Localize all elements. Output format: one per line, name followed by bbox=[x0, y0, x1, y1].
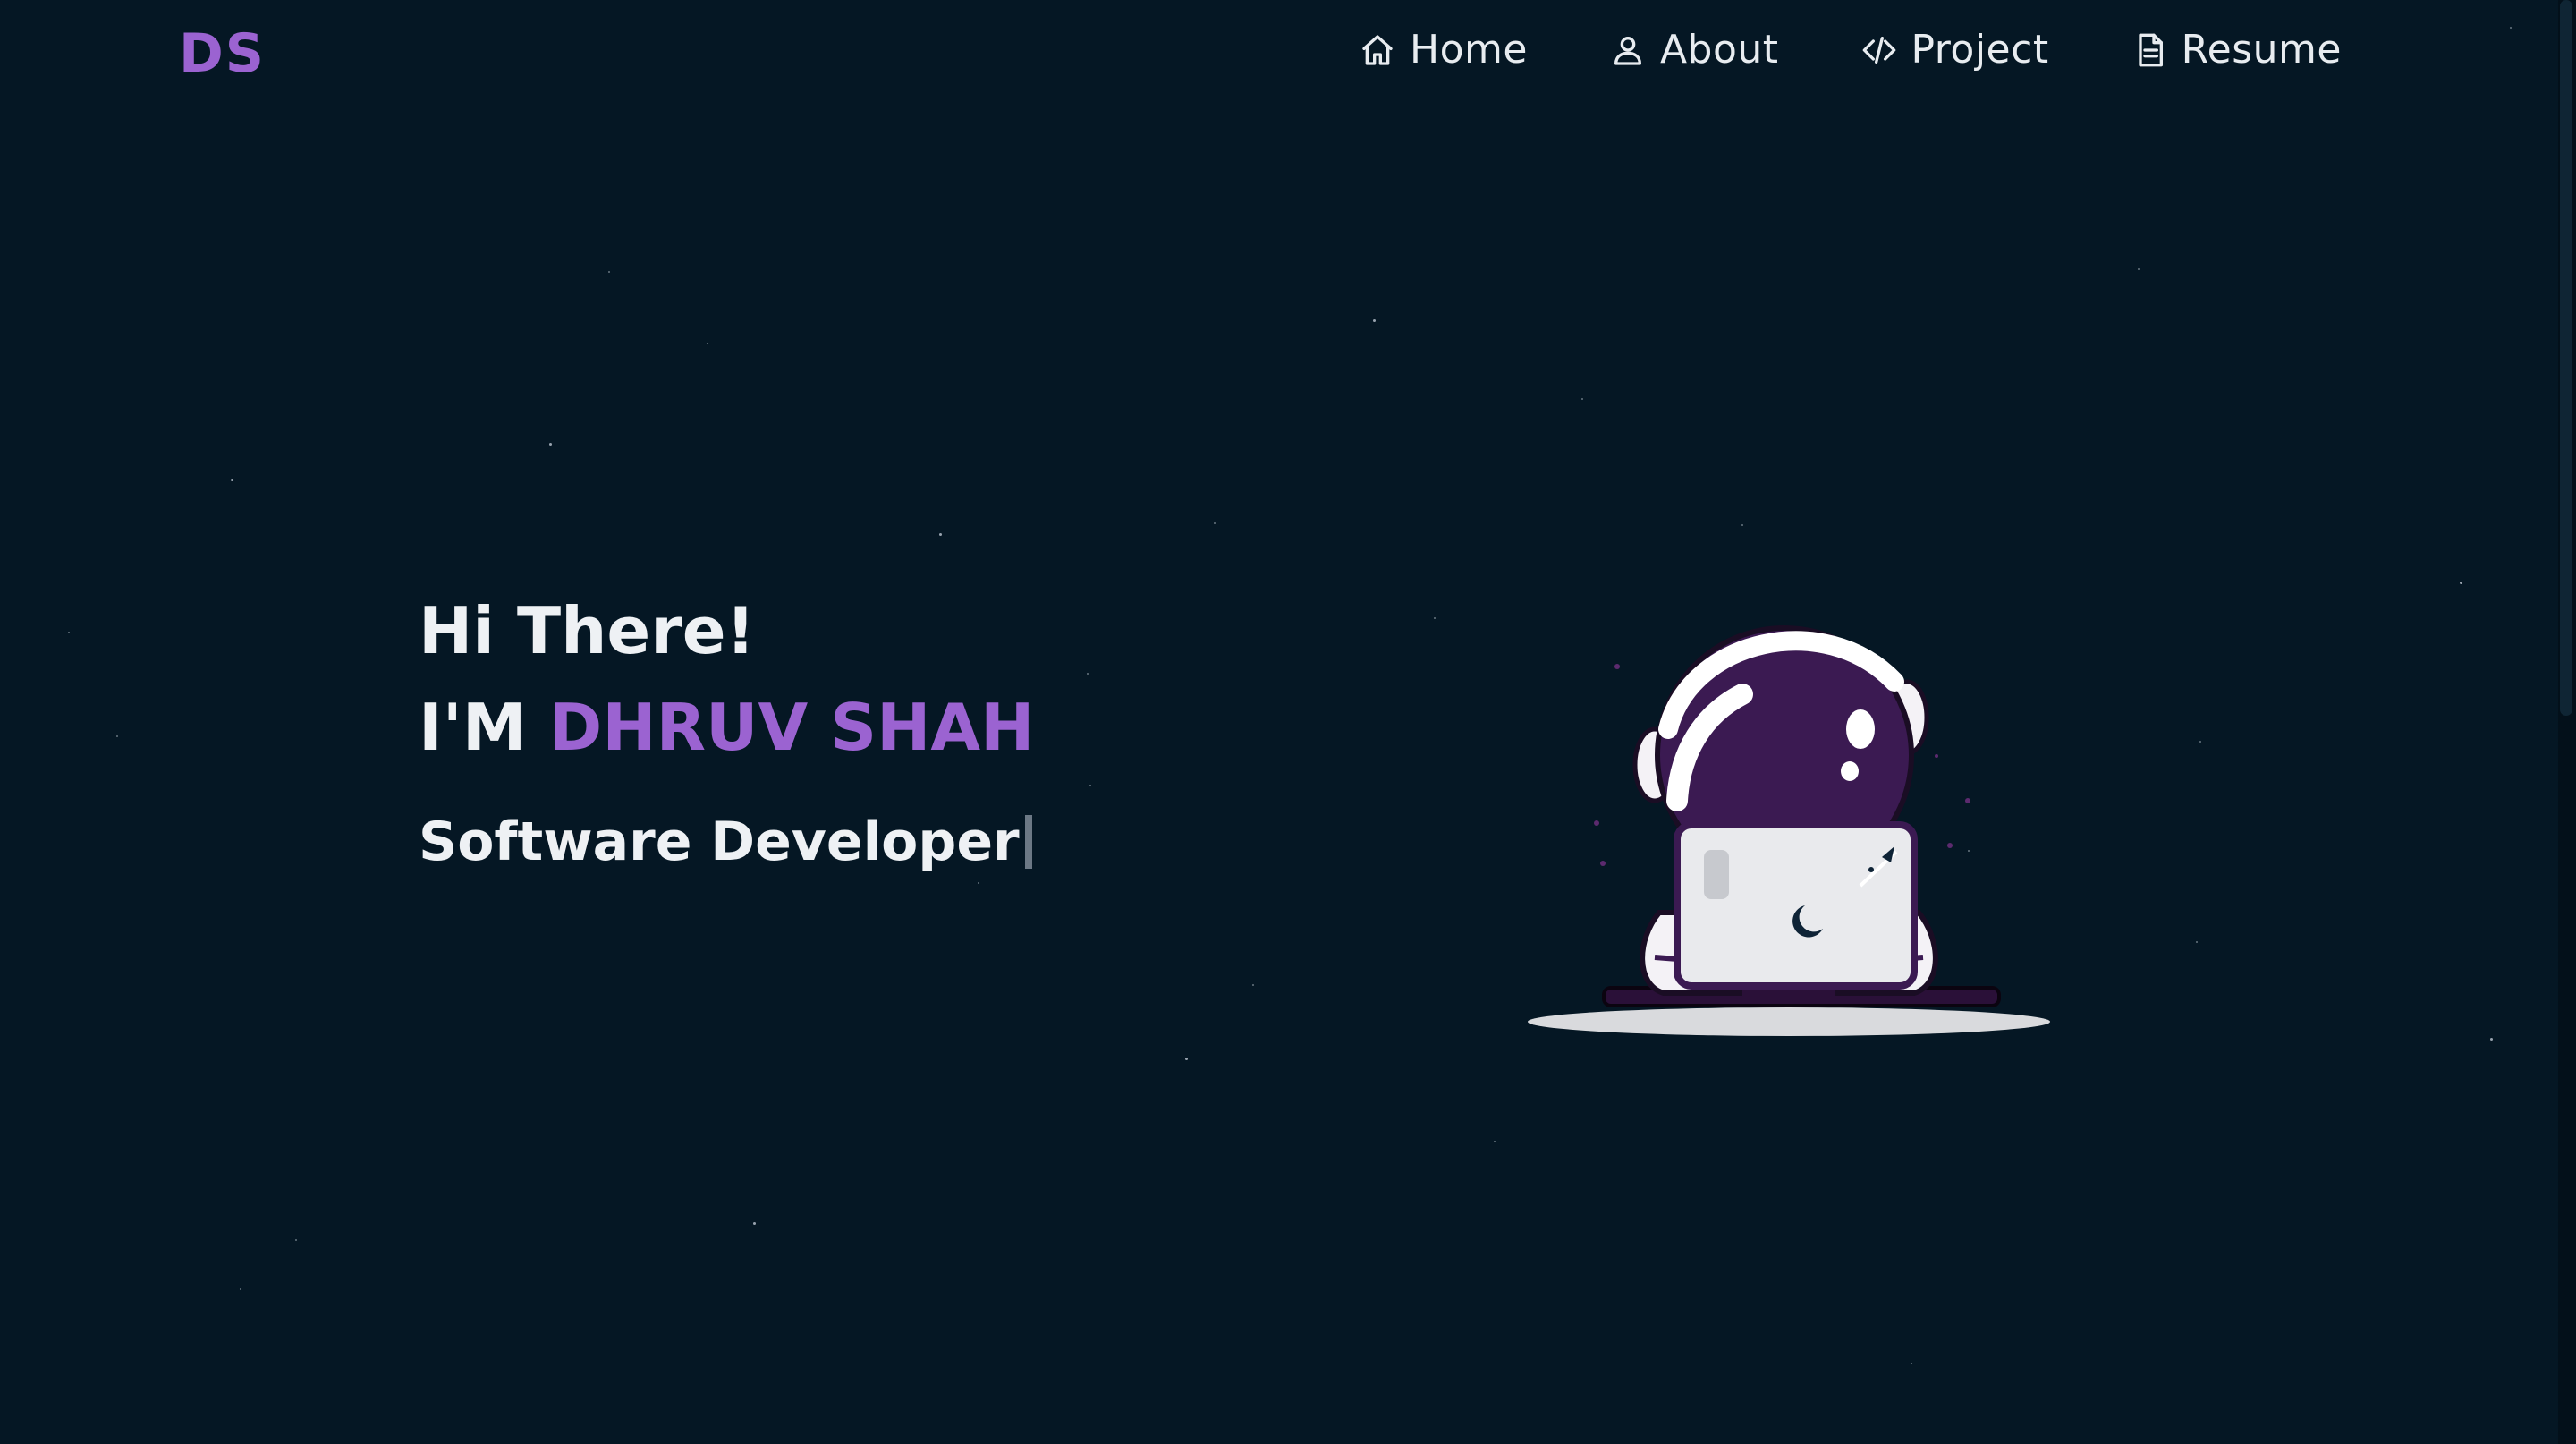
nav-label-resume: Resume bbox=[2181, 27, 2342, 72]
document-icon bbox=[2130, 30, 2169, 70]
home-icon bbox=[1358, 30, 1397, 70]
page: DS Home About Project Resume Hi There! I… bbox=[0, 0, 2576, 1444]
astronaut-laptop-illustration bbox=[1521, 617, 2057, 1047]
site-logo[interactable]: DS bbox=[179, 22, 266, 85]
page-scrollbar[interactable] bbox=[2558, 0, 2576, 1444]
nav-item-resume[interactable]: Resume bbox=[2130, 27, 2342, 72]
user-icon bbox=[1608, 30, 1648, 70]
nav-item-home[interactable]: Home bbox=[1358, 27, 1528, 72]
nav-item-about[interactable]: About bbox=[1608, 27, 1779, 72]
hero-role: Software Developer bbox=[419, 811, 1020, 873]
nav-label-project: Project bbox=[1911, 27, 2049, 72]
hero-role-typewriter: Software Developer bbox=[419, 806, 1034, 878]
hero-intro: Hi There! I'M DHRUV SHAH Software Develo… bbox=[419, 586, 1034, 878]
navbar: DS Home About Project Resume bbox=[0, 0, 2576, 107]
scrollbar-thumb[interactable] bbox=[2560, 0, 2572, 716]
hero-name-prefix: I'M bbox=[419, 690, 549, 765]
typewriter-cursor bbox=[1024, 815, 1032, 869]
nav-label-home: Home bbox=[1410, 27, 1528, 72]
nav-label-about: About bbox=[1659, 27, 1779, 72]
code-icon bbox=[1860, 30, 1899, 70]
hero-name-line: I'M DHRUV SHAH bbox=[419, 683, 1034, 772]
nav-menu: Home About Project Resume bbox=[1358, 27, 2342, 72]
hero-name: DHRUV SHAH bbox=[548, 690, 1035, 765]
hero-greeting: Hi There! bbox=[419, 593, 756, 668]
starfield-background bbox=[0, 0, 2576, 1444]
nav-item-project[interactable]: Project bbox=[1860, 27, 2049, 72]
